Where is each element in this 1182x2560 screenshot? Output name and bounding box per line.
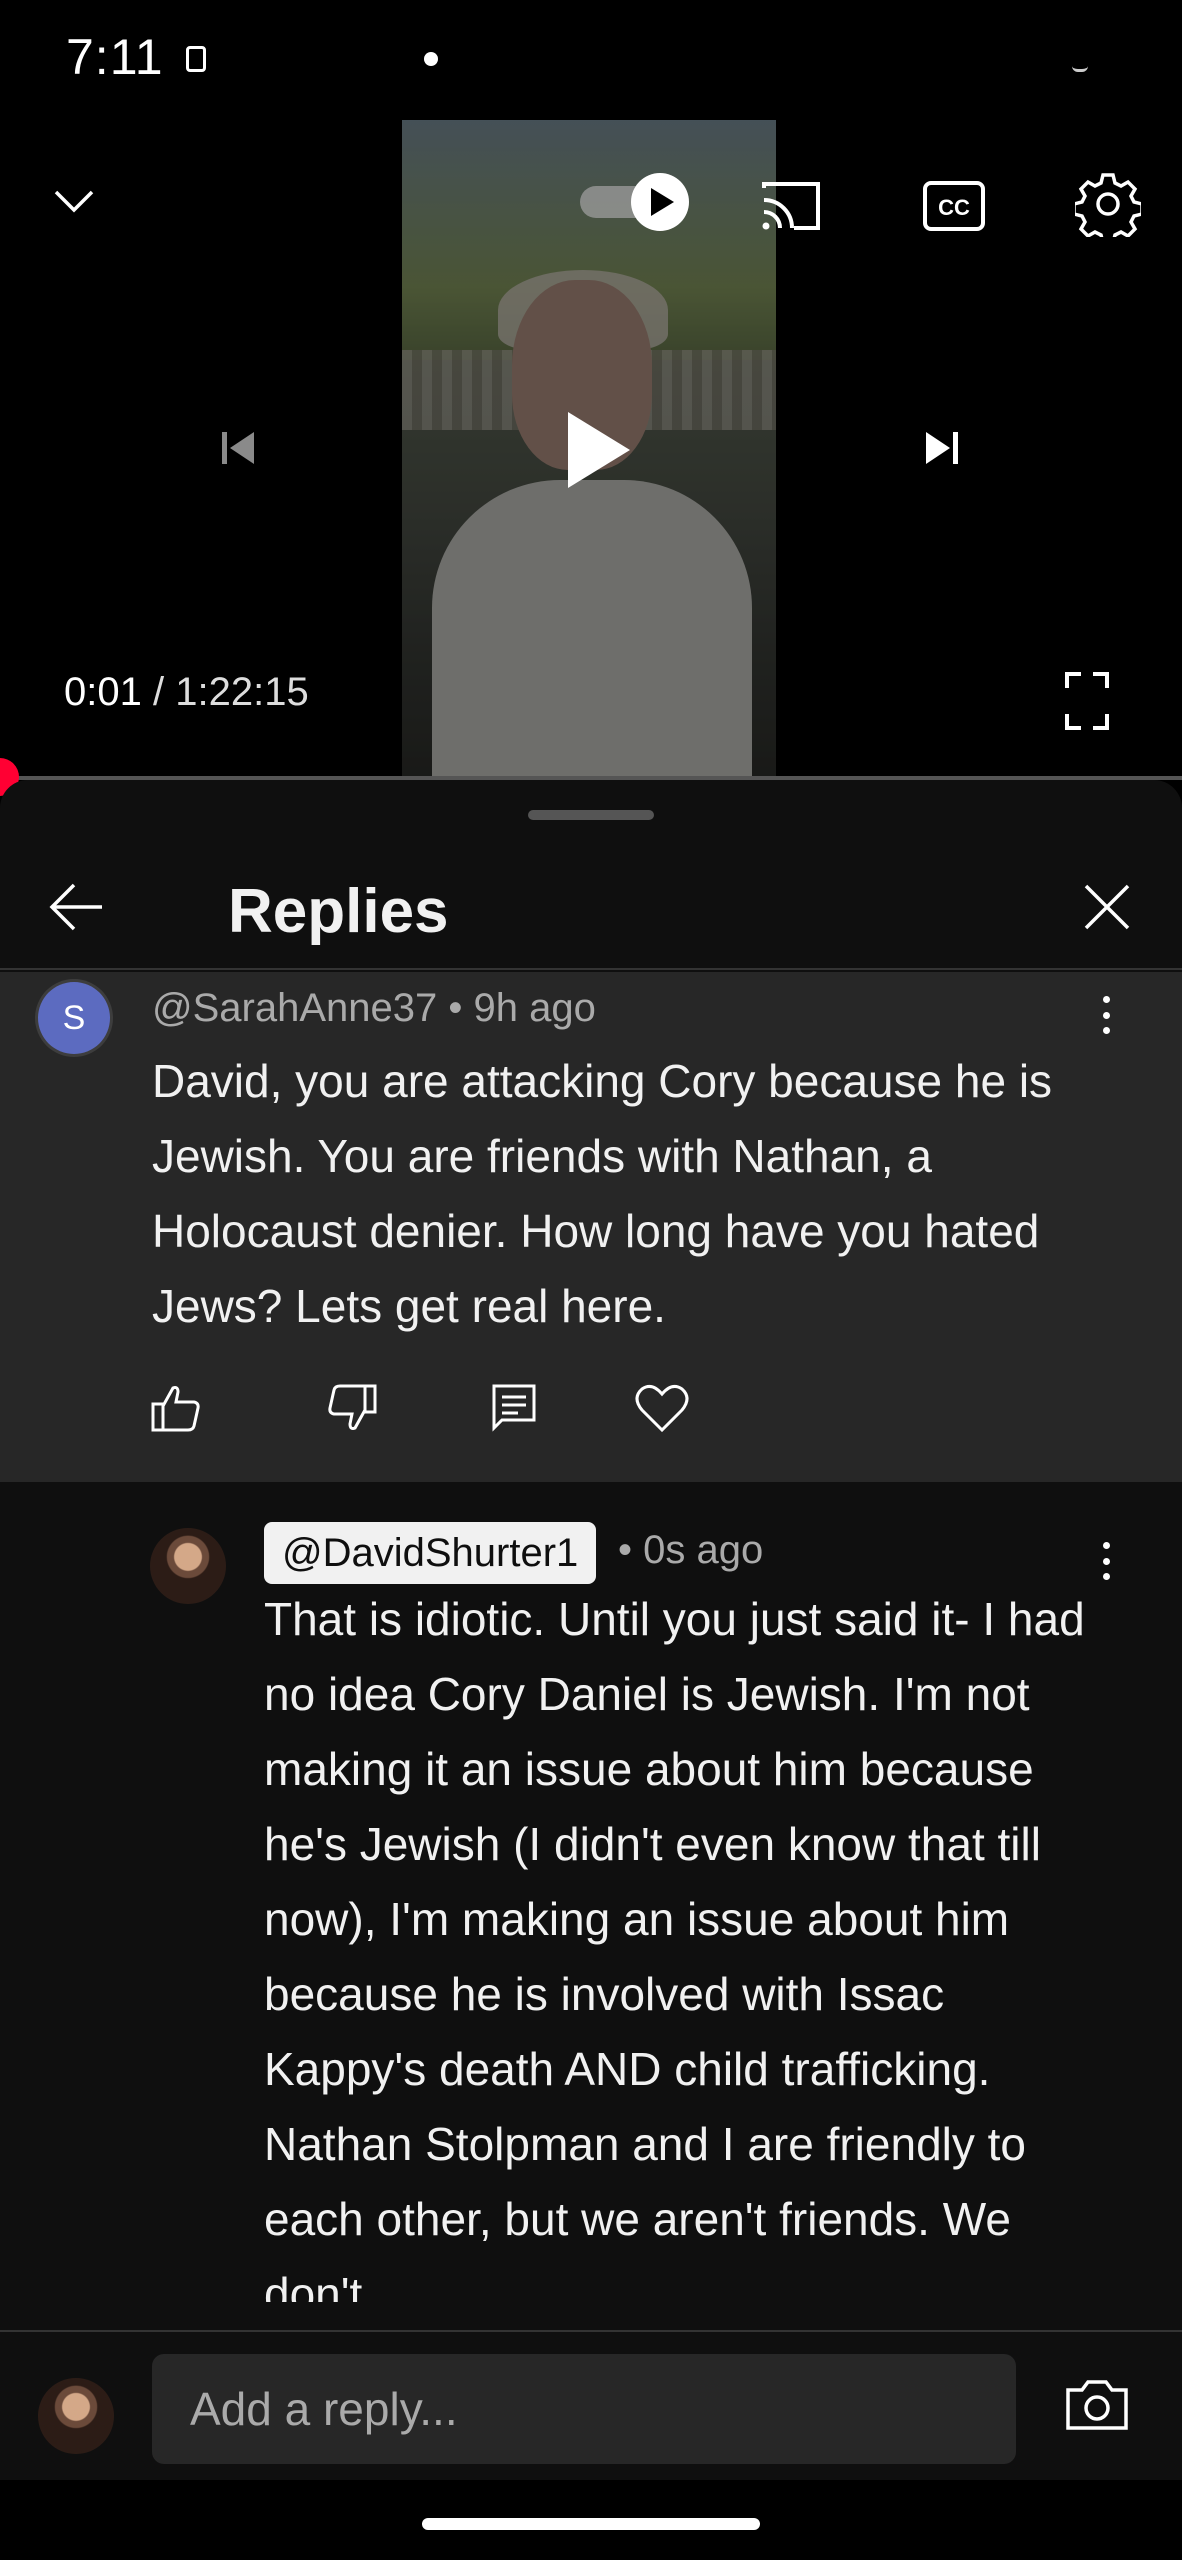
duration: 1:22:15	[175, 670, 309, 714]
reply-comment: @DavidShurter1 • 0s ago That is idiotic.…	[0, 1482, 1182, 2302]
replies-panel: Replies S @SarahAnne37 • 9h ago David, y…	[0, 780, 1182, 2480]
current-time: 0:01	[64, 670, 142, 714]
avatar[interactable]: S	[38, 982, 110, 1054]
notification-icon	[186, 46, 206, 72]
time-display: 0:01 / 1:22:15	[64, 670, 309, 715]
svg-text:CC: CC	[938, 195, 970, 220]
reply-composer	[0, 2330, 1182, 2480]
autoplay-toggle[interactable]	[576, 172, 694, 232]
fullscreen-icon[interactable]	[1058, 666, 1116, 736]
more-options-icon[interactable]	[1096, 990, 1116, 1040]
cast-icon[interactable]	[754, 170, 826, 242]
comment-author-chip[interactable]: @DavidShurter1	[264, 1522, 597, 1584]
home-gesture-bar[interactable]	[422, 2518, 760, 2530]
chevron-down-icon[interactable]	[44, 170, 104, 230]
video-player[interactable]: CC 0:01 / 1:22:15	[0, 110, 1182, 796]
time-separator: /	[152, 670, 165, 714]
user-avatar	[38, 2378, 114, 2454]
camera-dot-icon	[424, 52, 438, 66]
drag-handle[interactable]	[528, 810, 654, 820]
system-nav-bar	[0, 2480, 1182, 2560]
dislike-icon[interactable]	[326, 1382, 386, 1442]
like-icon[interactable]	[150, 1382, 210, 1442]
back-arrow-icon[interactable]	[46, 876, 108, 938]
comment-text: David, you are attacking Cory because he…	[152, 1055, 1053, 1332]
signal-icon	[1072, 66, 1088, 72]
more-options-icon[interactable]	[1096, 1536, 1116, 1586]
comment-actions	[150, 1382, 750, 1452]
comment-timestamp: • 0s ago	[618, 1528, 764, 1572]
close-icon[interactable]	[1076, 876, 1138, 938]
skip-previous-icon[interactable]	[206, 416, 270, 480]
reply-icon[interactable]	[488, 1382, 548, 1442]
cc-icon[interactable]: CC	[918, 170, 990, 242]
camera-icon[interactable]	[1064, 2376, 1136, 2448]
gear-icon[interactable]	[1070, 166, 1146, 242]
play-icon[interactable]	[556, 404, 640, 496]
status-time: 7:11	[66, 29, 164, 85]
panel-title: Replies	[228, 877, 449, 946]
heart-icon[interactable]	[634, 1382, 694, 1442]
comment-author[interactable]: @SarahAnne37 • 9h ago	[152, 986, 596, 1031]
skip-next-icon[interactable]	[910, 416, 974, 480]
avatar[interactable]	[150, 1528, 226, 1604]
comment-text: That is idiotic. Until you just said it-…	[264, 1593, 1085, 2302]
status-bar: 7:11	[0, 0, 1182, 110]
panel-header: Replies	[0, 840, 1182, 970]
reply-input[interactable]	[152, 2354, 1016, 2464]
parent-comment: S @SarahAnne37 • 9h ago David, you are a…	[0, 972, 1182, 1482]
